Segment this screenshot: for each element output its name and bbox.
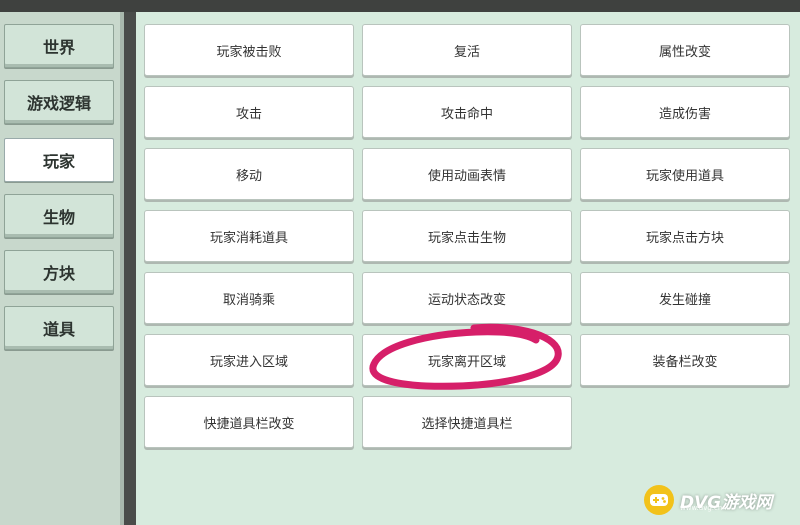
event-button[interactable]: 攻击命中 [362,86,572,138]
event-label: 属性改变 [658,44,711,60]
event-button[interactable]: 攻击 [144,86,354,138]
top-bar [0,0,800,12]
event-button[interactable]: 选择快捷道具栏 [362,396,572,448]
site-watermark: DVG游戏网 [644,478,800,522]
event-label: 装备栏改变 [652,354,718,370]
sidebar-item-label: 生物 [42,208,75,227]
event-button[interactable]: 属性改变 [580,24,790,76]
category-sidebar: 世界 游戏逻辑 玩家 生物 方块 道具 [0,12,124,525]
event-button[interactable]: 取消骑乘 [144,272,354,324]
event-button[interactable]: 玩家点击生物 [362,210,572,262]
event-label: 玩家离开区域 [427,354,506,370]
event-button[interactable]: 装备栏改变 [580,334,790,386]
event-label: 玩家点击生物 [427,230,506,246]
event-button[interactable]: 移动 [144,148,354,200]
event-label: 使用动画表情 [427,168,506,184]
event-label: 移动 [235,168,262,184]
event-label: 玩家使用道具 [645,168,724,184]
sidebar-item-game-logic[interactable]: 游戏逻辑 [4,80,114,124]
event-label: 选择快捷道具栏 [421,416,513,432]
event-label: 玩家点击方块 [645,230,724,246]
event-button[interactable]: 玩家被击败 [144,24,354,76]
sidebar-item-player[interactable]: 玩家 [4,138,114,182]
event-label: 玩家进入区域 [209,354,288,370]
event-button[interactable]: 快捷道具栏改变 [144,396,354,448]
event-label: 快捷道具栏改变 [203,416,295,432]
sidebar-item-label: 游戏逻辑 [26,94,91,113]
event-label: 复活 [453,44,480,60]
sidebar-item-block[interactable]: 方块 [4,250,114,294]
sidebar-item-label: 玩家 [42,152,75,171]
event-panel: 玩家被击败 复活 属性改变 攻击 攻击命中 造成伤害 移动 使用动画表情 玩家使… [136,12,800,525]
event-label: 运动状态改变 [427,292,506,308]
event-button[interactable]: 使用动画表情 [362,148,572,200]
event-button-leave-area[interactable]: 玩家离开区域 [362,334,572,386]
sidebar-item-label: 道具 [42,320,75,339]
event-label: 取消骑乘 [222,292,275,308]
sidebar-item-creature[interactable]: 生物 [4,194,114,238]
event-label: 玩家消耗道具 [209,230,288,246]
event-button[interactable]: 玩家使用道具 [580,148,790,200]
sidebar-item-label: 世界 [42,38,75,57]
event-button[interactable]: 运动状态改变 [362,272,572,324]
event-label: 发生碰撞 [658,292,711,308]
gamepad-icon [644,485,674,515]
event-button[interactable]: 发生碰撞 [580,272,790,324]
watermark-url: www.dvg.cn [680,504,723,512]
event-button[interactable]: 复活 [362,24,572,76]
event-label: 造成伤害 [658,106,711,122]
event-button[interactable]: 玩家进入区域 [144,334,354,386]
sidebar-item-label: 方块 [42,264,75,283]
event-button[interactable]: 造成伤害 [580,86,790,138]
event-label: 攻击 [235,106,262,122]
event-label: 攻击命中 [440,106,493,122]
sidebar-item-world[interactable]: 世界 [4,24,114,68]
event-label: 玩家被击败 [216,44,282,60]
sidebar-item-item[interactable]: 道具 [4,306,114,350]
event-button[interactable]: 玩家消耗道具 [144,210,354,262]
event-button[interactable]: 玩家点击方块 [580,210,790,262]
